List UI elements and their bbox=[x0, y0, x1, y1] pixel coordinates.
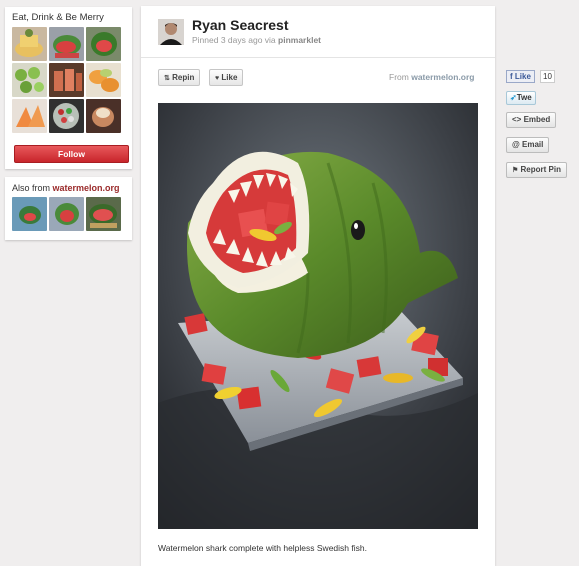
email-button[interactable]: @ Email bbox=[506, 137, 550, 153]
avatar[interactable] bbox=[158, 19, 184, 45]
also-from-source-link[interactable]: watermelon.org bbox=[53, 183, 120, 193]
like-button[interactable]: ♥ Like bbox=[209, 69, 244, 86]
also-from-thumbnails bbox=[12, 197, 121, 231]
pinner-name[interactable]: Ryan Seacrest bbox=[192, 17, 289, 33]
facebook-like-label: Like bbox=[514, 72, 531, 81]
report-pin-button[interactable]: ⚑ Report Pin bbox=[506, 162, 567, 178]
board-thumb[interactable] bbox=[12, 27, 47, 61]
also-from-thumb[interactable] bbox=[12, 197, 47, 231]
twitter-bird-icon: ➶ bbox=[510, 93, 517, 102]
tweet-button[interactable]: ➶Twe bbox=[506, 91, 536, 105]
also-from-thumb[interactable] bbox=[86, 197, 121, 231]
repin-icon: ⇅ bbox=[164, 75, 170, 82]
board-card: Eat, Drink & Be Merry Follow bbox=[5, 7, 132, 169]
facebook-like-count: 10 bbox=[540, 70, 555, 83]
repin-button[interactable]: ⇅ Repin bbox=[158, 69, 201, 86]
via-link[interactable]: pinmarklet bbox=[278, 35, 321, 45]
report-pin-label: Report Pin bbox=[520, 165, 561, 174]
also-from-thumb[interactable] bbox=[49, 197, 84, 231]
pinned-time: Pinned 3 days ago via bbox=[192, 35, 279, 45]
flag-icon: ⚑ bbox=[512, 167, 519, 174]
embed-button[interactable]: <> Embed bbox=[506, 112, 557, 128]
board-thumb[interactable] bbox=[49, 99, 84, 133]
follow-button[interactable]: Follow bbox=[14, 145, 129, 163]
facebook-like-button[interactable]: f Like bbox=[506, 70, 535, 83]
pin-card: Ryan Seacrest Pinned 3 days ago via pinm… bbox=[141, 6, 495, 566]
board-thumb[interactable] bbox=[86, 99, 121, 133]
pin-image[interactable] bbox=[158, 103, 478, 529]
header-divider bbox=[141, 57, 495, 58]
board-thumb[interactable] bbox=[49, 27, 84, 61]
also-from-title: Also from watermelon.org bbox=[12, 183, 120, 193]
tweet-label: Twe bbox=[516, 93, 532, 102]
pin-source: From watermelon.org bbox=[389, 72, 475, 82]
pin-caption: Watermelon shark complete with helpless … bbox=[158, 543, 367, 553]
board-thumb[interactable] bbox=[86, 27, 121, 61]
also-from-prefix: Also from bbox=[12, 183, 53, 193]
board-thumbnails bbox=[12, 27, 121, 133]
board-title[interactable]: Eat, Drink & Be Merry bbox=[12, 12, 104, 23]
also-from-card: Also from watermelon.org bbox=[5, 177, 132, 240]
from-prefix: From bbox=[389, 72, 412, 82]
pin-meta: Pinned 3 days ago via pinmarklet bbox=[192, 35, 321, 45]
repin-label: Repin bbox=[172, 73, 195, 82]
board-thumb[interactable] bbox=[86, 63, 121, 97]
facebook-icon: f bbox=[510, 72, 513, 81]
like-label: Like bbox=[221, 73, 238, 82]
heart-icon: ♥ bbox=[215, 75, 220, 82]
board-thumb[interactable] bbox=[12, 99, 47, 133]
board-thumb[interactable] bbox=[49, 63, 84, 97]
source-link[interactable]: watermelon.org bbox=[411, 72, 474, 82]
board-thumb[interactable] bbox=[12, 63, 47, 97]
